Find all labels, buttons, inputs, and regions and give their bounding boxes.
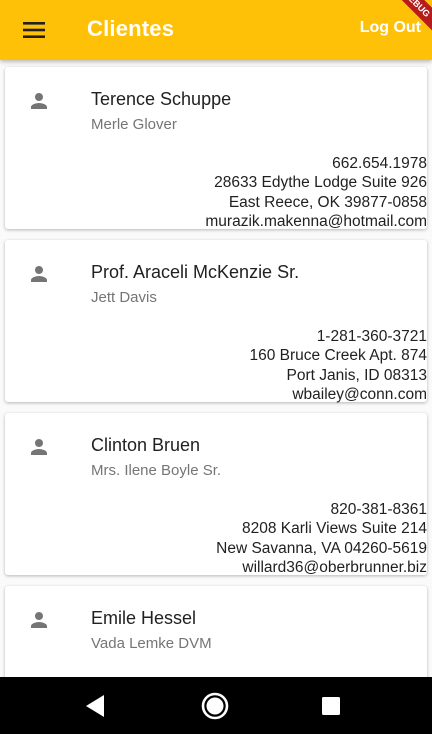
client-phone: 1-281-360-3721 (316, 328, 427, 345)
client-contact: Vada Lemke DVM (91, 635, 212, 652)
client-name: Terence Schuppe (91, 89, 232, 109)
client-address-line2: New Savanna, VA 04260-5619 (216, 539, 427, 557)
client-list[interactable]: Terence Schuppe Merle Glover 662.654.197… (0, 60, 432, 677)
menu-icon (23, 22, 45, 38)
home-button[interactable] (198, 689, 232, 723)
client-card[interactable]: Terence Schuppe Merle Glover 662.654.197… (5, 67, 427, 231)
client-address-line1: 8208 Karli Views Suite 214 (242, 520, 427, 538)
logout-button[interactable]: Log Out (360, 19, 421, 37)
person-icon (31, 93, 47, 109)
client-details: 820-381-8361 8208 Karli Views Suite 214 … (216, 500, 427, 577)
client-details: 1-281-360-3721 160 Bruce Creek Apt. 874 … (249, 327, 427, 404)
client-card[interactable]: Clinton Bruen Mrs. Ilene Boyle Sr. 820-3… (5, 413, 427, 577)
client-name: Clinton Bruen (91, 435, 201, 455)
client-address-line2: East Reece, OK 39877-0858 (228, 193, 427, 211)
client-email: wbailey@conn.com (292, 385, 427, 403)
client-name: Prof. Araceli McKenzie Sr. (91, 262, 300, 282)
app-bar: Clientes Log Out (0, 0, 432, 60)
page-title: Clientes (87, 16, 175, 41)
client-card[interactable]: Emile Hessel Vada Lemke DVM (5, 586, 427, 677)
client-address-line1: 160 Bruce Creek Apt. 874 (249, 347, 427, 365)
client-contact: Mrs. Ilene Boyle Sr. (91, 462, 222, 479)
back-button[interactable] (78, 689, 112, 723)
person-icon (31, 439, 47, 455)
person-icon (31, 612, 47, 628)
client-phone: 820-381-8361 (330, 501, 427, 518)
menu-button[interactable] (12, 12, 56, 48)
client-email: murazik.makenna@hotmail.com (205, 212, 427, 230)
client-address-line1: 28633 Edythe Lodge Suite 926 (214, 174, 427, 192)
home-icon (201, 692, 229, 720)
client-address-line2: Port Janis, ID 08313 (286, 366, 427, 384)
system-nav-bar (0, 677, 432, 734)
recents-button[interactable] (314, 689, 348, 723)
client-email: willard36@oberbrunner.biz (242, 558, 427, 576)
client-card[interactable]: Prof. Araceli McKenzie Sr. Jett Davis 1-… (5, 240, 427, 404)
client-phone: 662.654.1978 (332, 155, 427, 172)
person-icon (31, 266, 47, 282)
back-icon (86, 695, 104, 717)
client-name: Emile Hessel (91, 608, 197, 628)
client-details: 662.654.1978 28633 Edythe Lodge Suite 92… (205, 154, 427, 231)
recents-icon (322, 697, 340, 715)
client-contact: Jett Davis (91, 289, 157, 306)
client-contact: Merle Glover (91, 116, 177, 133)
